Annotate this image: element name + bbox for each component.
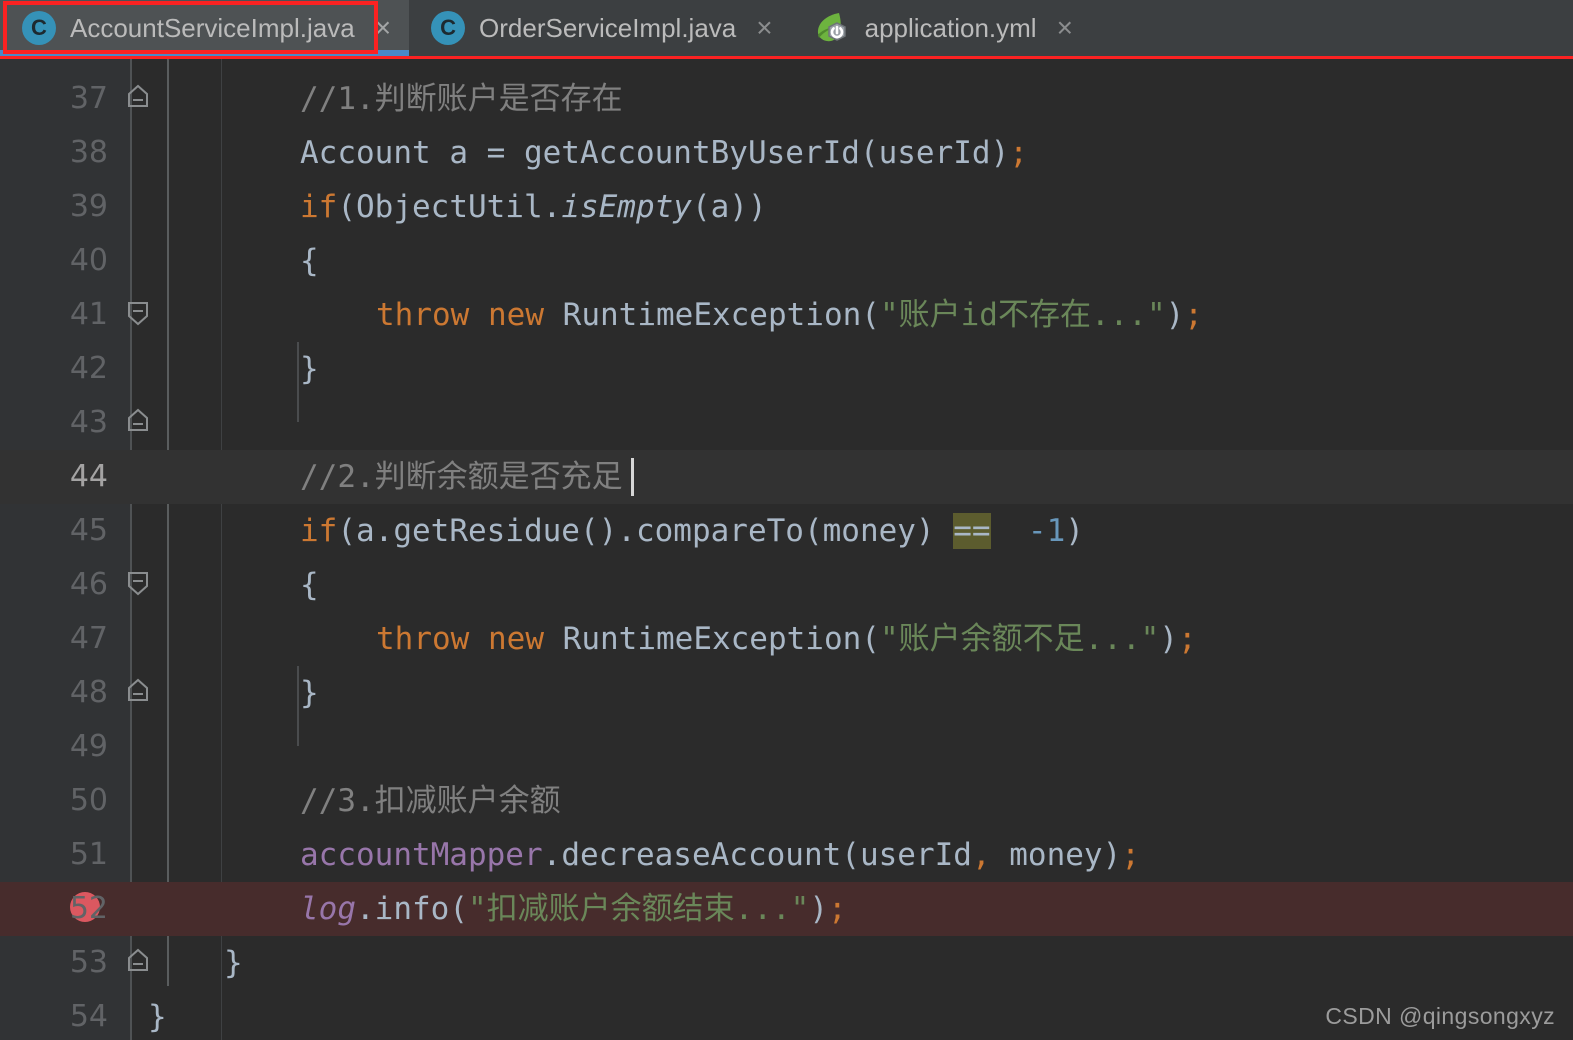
java-class-icon: C (22, 11, 56, 45)
code-line-41[interactable]: throw new RuntimeException("账户id不存在...")… (376, 288, 1203, 342)
line-number: 54 (69, 999, 108, 1034)
line-number: 53 (69, 945, 108, 980)
close-icon[interactable]: × (1053, 14, 1077, 42)
code-line-39[interactable]: if(ObjectUtil.isEmpty(a)) (300, 180, 767, 234)
line-number: 45 (69, 513, 108, 548)
close-icon[interactable]: × (752, 14, 776, 42)
fold-marker-collapse-icon[interactable] (121, 674, 155, 708)
text-caret (631, 458, 634, 496)
code-line-54[interactable]: } (148, 990, 167, 1040)
code-line-51[interactable]: accountMapper.decreaseAccount(userId, mo… (300, 828, 1140, 882)
fold-marker-collapse-icon[interactable] (121, 404, 155, 438)
line-number: 51 (69, 837, 108, 872)
line-number: 47 (69, 621, 108, 656)
code-line-42[interactable]: } (300, 342, 319, 396)
fold-marker-collapse-icon[interactable] (121, 296, 155, 330)
fold-marker-collapse-icon[interactable] (121, 944, 155, 978)
code-line-38[interactable]: Account a = getAccountByUserId(userId); (300, 126, 1028, 180)
spring-boot-icon (813, 11, 851, 45)
code-line-48[interactable]: } (300, 666, 319, 720)
line-number: 40 (69, 243, 108, 278)
indent-guide (297, 666, 299, 746)
code-line-46[interactable]: { (300, 558, 319, 612)
line-number-current: 44 (69, 459, 108, 494)
line-number: 50 (69, 783, 108, 818)
close-icon[interactable]: × (371, 14, 395, 42)
line-number: 48 (69, 675, 108, 710)
indent-guide (297, 342, 299, 422)
java-class-icon: C (431, 11, 466, 45)
line-number: 39 (69, 189, 108, 224)
code-line-44[interactable]: //2.判断余额是否充足 (300, 450, 623, 504)
line-number: 49 (69, 729, 108, 764)
code-line-40[interactable]: { (300, 234, 319, 288)
watermark-text: CSDN @qingsongxyz (1325, 1003, 1555, 1029)
caret-line-highlight (0, 450, 1573, 504)
line-number: 52 (69, 891, 108, 926)
code-line-53[interactable]: } (224, 936, 243, 990)
annotation-underline (0, 56, 1573, 59)
fold-marker-collapse-icon[interactable] (121, 80, 155, 114)
line-number: 38 (69, 135, 108, 170)
tab-label: AccountServiceImpl.java (70, 12, 355, 43)
code-line-37[interactable]: //1.判断账户是否存在 (300, 72, 623, 126)
code-line-45[interactable]: if(a.getResidue().compareTo(money) == -1… (300, 504, 1084, 558)
code-line-52[interactable]: log.info("扣减账户余额结束..."); (300, 882, 847, 936)
tab-label: OrderServiceImpl.java (479, 12, 737, 43)
tab-application-yml[interactable]: application.yml × (791, 0, 1091, 56)
line-number: 43 (69, 405, 108, 440)
fold-region-rail (167, 56, 169, 986)
tab-label: application.yml (864, 12, 1037, 43)
editor-tab-bar: C AccountServiceImpl.java × C OrderServi… (0, 0, 1573, 56)
tab-account-service-impl[interactable]: C AccountServiceImpl.java × (0, 0, 410, 56)
line-number: 41 (69, 297, 108, 332)
line-number: 42 (69, 351, 108, 386)
code-line-47[interactable]: throw new RuntimeException("账户余额不足..."); (376, 612, 1197, 666)
line-number: 37 (69, 81, 108, 116)
line-number: 46 (69, 567, 108, 602)
tab-order-service-impl[interactable]: C OrderServiceImpl.java × (409, 0, 791, 56)
code-line-50[interactable]: //3.扣减账户余额 (300, 774, 561, 828)
code-editor[interactable]: 37 38 39 40 41 42 43 44 45 46 47 48 49 5… (0, 56, 1573, 1040)
fold-marker-collapse-icon[interactable] (121, 566, 155, 600)
